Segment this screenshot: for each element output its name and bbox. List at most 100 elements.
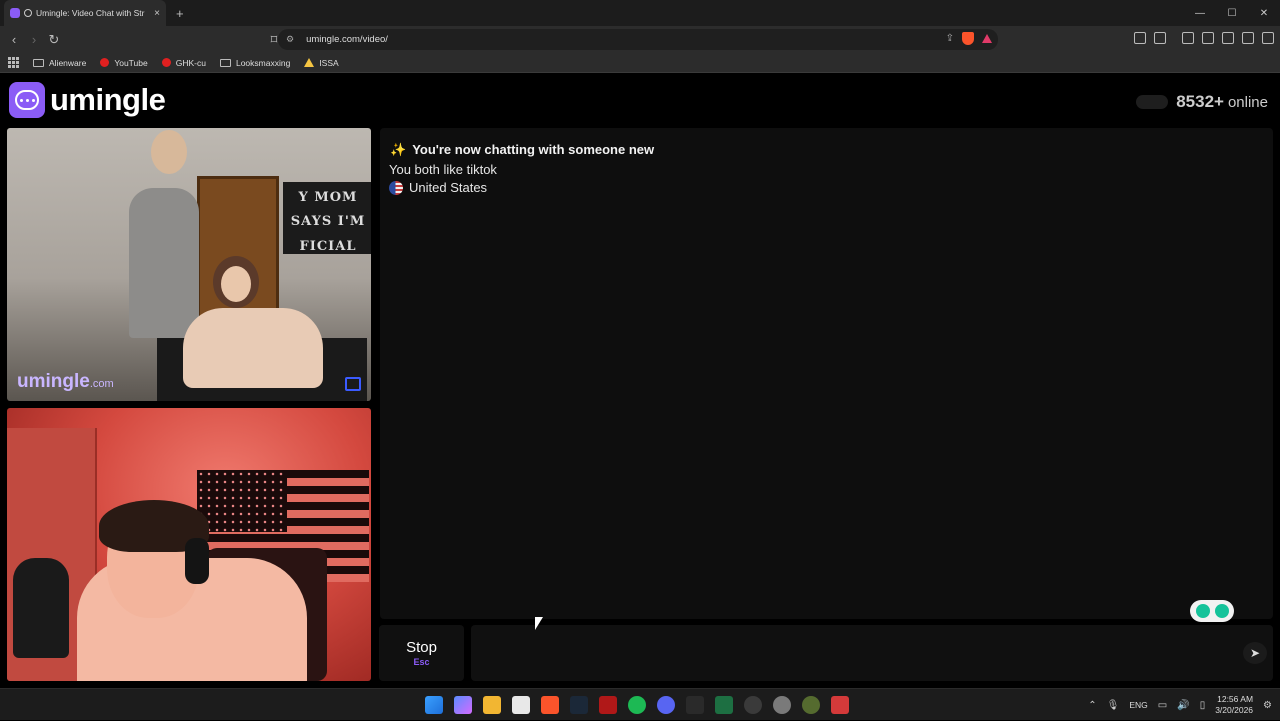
reader-icon[interactable] xyxy=(1202,32,1214,44)
stop-shortcut: Esc xyxy=(413,657,430,667)
browser-toolbar: ‹ › ↻ ⌑ ⚙ umingle.com/video/ ⇪ xyxy=(0,26,1280,53)
bookmark-issa[interactable]: ISSA xyxy=(304,57,339,68)
system-tray: ⌃ 🎙 ENG ▭ 🔊 ▯ 12:56 AM 3/20/2026 ⚙ xyxy=(1088,689,1272,721)
send-icon[interactable]: ➤ xyxy=(1243,642,1267,664)
microphone-icon[interactable]: 🎙 xyxy=(1107,700,1120,711)
bookmark-label: Alienware xyxy=(49,57,87,68)
network-icon[interactable]: ▭ xyxy=(1158,700,1167,711)
reload-icon[interactable]: ↻ xyxy=(44,32,64,48)
app-icon[interactable] xyxy=(744,696,762,714)
bookmark-youtube[interactable]: YouTube xyxy=(100,57,148,68)
sidebar-icon[interactable] xyxy=(1182,32,1194,44)
settings-icon[interactable] xyxy=(773,696,791,714)
video-background-flag-stars xyxy=(197,470,287,532)
brave-rewards-icon[interactable] xyxy=(982,34,992,43)
message-input[interactable] xyxy=(479,635,1219,671)
battery-icon[interactable]: ▯ xyxy=(1200,700,1206,711)
video-person-face xyxy=(221,266,251,302)
bookmark-label: ISSA xyxy=(319,57,339,68)
taskbar-clock[interactable]: 12:56 AM 3/20/2026 xyxy=(1215,694,1253,715)
grammarly-assist-icon[interactable] xyxy=(1195,604,1210,618)
app-icon[interactable] xyxy=(599,696,617,714)
grammarly-widget[interactable] xyxy=(1190,600,1234,622)
bookmark-looksmaxxing[interactable]: Looksmaxxing xyxy=(219,57,291,68)
copilot-icon[interactable] xyxy=(454,696,472,714)
site-info-icon[interactable]: ⚙ xyxy=(286,34,294,45)
brave-icon[interactable] xyxy=(541,696,559,714)
online-label: online xyxy=(1227,94,1268,111)
message-box[interactable]: ➤ xyxy=(471,625,1273,681)
leo-icon[interactable] xyxy=(1222,32,1234,44)
address-bar-actions: ⇪ xyxy=(946,32,992,45)
grammarly-icon[interactable] xyxy=(1214,604,1229,618)
windows-start-icon[interactable] xyxy=(425,696,443,714)
us-flag-icon xyxy=(389,180,403,195)
apps-grid-icon[interactable] xyxy=(8,57,19,68)
app-icon[interactable] xyxy=(802,696,820,714)
umingle-logo[interactable]: umingle xyxy=(9,82,166,118)
excel-icon[interactable] xyxy=(715,696,733,714)
close-window-button[interactable]: ✕ xyxy=(1248,8,1280,19)
bookmark-label: GHK-cu xyxy=(175,57,206,68)
file-explorer-icon[interactable] xyxy=(483,696,501,714)
chat-shared-interest: You both like tiktok xyxy=(389,162,497,177)
maximize-button[interactable]: ☐ xyxy=(1216,8,1248,19)
clock-date: 3/20/2026 xyxy=(1215,705,1254,715)
video-microphone xyxy=(13,558,69,658)
report-flag-icon[interactable] xyxy=(345,377,361,391)
bookmark-label: Looksmaxxing xyxy=(235,57,291,68)
stop-button[interactable]: Stop Esc xyxy=(379,625,464,681)
chat-country: United States xyxy=(389,180,487,195)
bookmarks-bar: Alienware YouTube GHK-cu Looksmaxxing IS… xyxy=(0,53,1280,73)
wallet-icon[interactable] xyxy=(1154,32,1166,44)
tab-close-icon[interactable]: × xyxy=(154,8,160,19)
bookmark-alienware[interactable]: Alienware xyxy=(33,58,86,68)
online-toggle[interactable] xyxy=(1136,95,1169,109)
folder-icon xyxy=(219,58,231,67)
logo-text: umingle xyxy=(50,82,166,117)
spotify-icon[interactable] xyxy=(628,696,646,714)
bookmark-label: YouTube xyxy=(114,57,148,68)
volume-icon[interactable]: 🔊 xyxy=(1177,700,1189,711)
video-background-banner: Y MOM SAYS I'M FICIAL xyxy=(283,182,371,254)
discord-icon[interactable] xyxy=(657,696,675,714)
self-video xyxy=(7,408,371,681)
menu-icon[interactable] xyxy=(1262,32,1274,44)
ghk-icon xyxy=(161,58,171,67)
stranger-video: Y MOM SAYS I'M FICIAL umingle.com xyxy=(7,128,371,401)
online-count: 8532+ xyxy=(1176,92,1224,111)
chat-status-message: ✨ You're now chatting with someone new xyxy=(390,142,655,157)
notification-icon[interactable]: ⚙ xyxy=(1263,700,1272,711)
vpn-icon[interactable] xyxy=(1242,32,1254,44)
recording-icon xyxy=(24,9,32,17)
extensions-icon[interactable] xyxy=(1134,32,1146,44)
new-tab-button[interactable]: + xyxy=(176,6,184,21)
language-indicator[interactable]: ENG xyxy=(1129,700,1147,710)
brave-shields-icon[interactable] xyxy=(962,32,974,45)
mouse-cursor-icon xyxy=(535,617,543,630)
window-controls: — ☐ ✕ xyxy=(1184,0,1280,26)
online-indicator: 8532+ online xyxy=(1136,92,1268,112)
umingle-favicon-icon xyxy=(10,8,20,18)
steam-icon[interactable] xyxy=(570,696,588,714)
minimize-button[interactable]: — xyxy=(1184,8,1216,19)
app-icon[interactable] xyxy=(831,696,849,714)
folder-icon xyxy=(33,58,44,67)
browser-tab[interactable]: Umingle: Video Chat with Str × xyxy=(4,0,166,26)
stop-label: Stop xyxy=(406,639,437,656)
browser-tab-bar: Umingle: Video Chat with Str × + — ☐ ✕ xyxy=(0,0,1280,26)
epic-games-icon[interactable] xyxy=(686,696,704,714)
video-person xyxy=(183,308,323,388)
sparkles-icon: ✨ xyxy=(390,142,407,157)
back-icon[interactable]: ‹ xyxy=(4,32,24,47)
store-icon[interactable] xyxy=(512,696,530,714)
share-icon[interactable]: ⇪ xyxy=(946,33,954,44)
page: umingle 8532+ online Y MOM SAYS I'M FICI… xyxy=(0,76,1280,684)
bookmark-ghk-cu[interactable]: GHK-cu xyxy=(161,57,206,68)
toolbar-extensions xyxy=(1134,32,1274,44)
address-bar[interactable]: ⚙ umingle.com/video/ ⇪ xyxy=(278,29,998,50)
tab-title: Umingle: Video Chat with Str xyxy=(36,8,145,18)
tray-overflow-icon[interactable]: ⌃ xyxy=(1088,700,1096,711)
forward-icon[interactable]: › xyxy=(24,32,44,47)
video-person xyxy=(129,188,199,338)
